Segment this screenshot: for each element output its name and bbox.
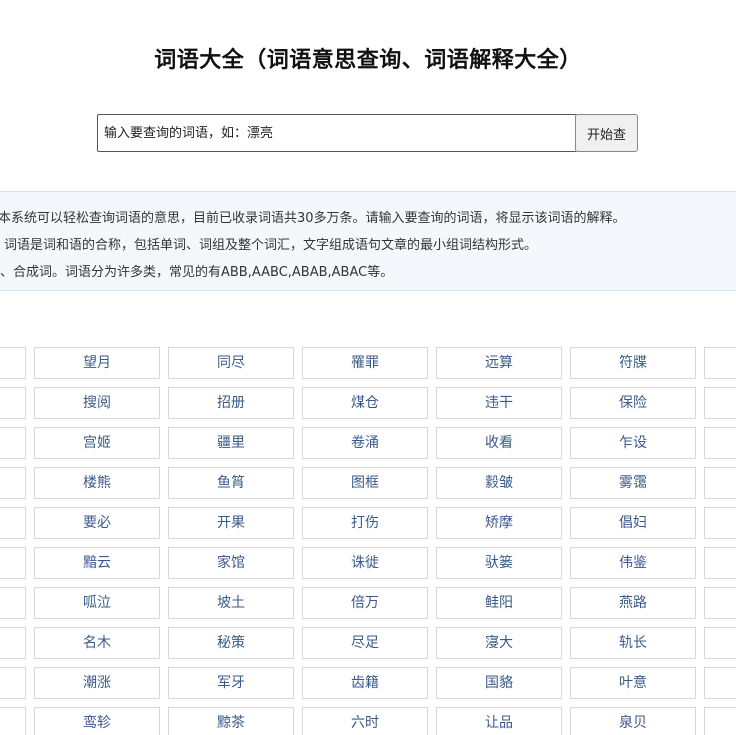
word-link[interactable]: 卷涌	[302, 427, 428, 459]
word-link[interactable]: 开果	[168, 507, 294, 539]
word-link[interactable]: 呱泣	[34, 587, 160, 619]
word-link[interactable]: 黥茶	[168, 707, 294, 735]
word-link[interactable]: 违干	[436, 387, 562, 419]
word-cell-edge[interactable]	[0, 627, 26, 659]
word-cell-edge[interactable]	[704, 347, 736, 379]
word-link[interactable]: 让品	[436, 707, 562, 735]
word-link[interactable]: 縠皱	[436, 467, 562, 499]
word-link[interactable]: 乍设	[570, 427, 696, 459]
word-link[interactable]: 鱼筲	[168, 467, 294, 499]
word-link[interactable]: 家馆	[168, 547, 294, 579]
word-cell-edge[interactable]	[0, 427, 26, 459]
word-cell-edge[interactable]	[0, 547, 26, 579]
word-cell-edge[interactable]	[704, 547, 736, 579]
word-cell-edge[interactable]	[704, 667, 736, 699]
word-cell-edge[interactable]	[0, 507, 26, 539]
word-cell-edge[interactable]	[704, 387, 736, 419]
intro-panel: 使用本系统可以轻松查询词语的意思，目前已收录词语共30多万条。请输入要查询的词语…	[0, 191, 736, 291]
word-link[interactable]: 打伤	[302, 507, 428, 539]
word-link[interactable]: 寖大	[436, 627, 562, 659]
word-cell-edge[interactable]	[0, 707, 26, 735]
word-cell-edge[interactable]	[704, 467, 736, 499]
word-link[interactable]: 名木	[34, 627, 160, 659]
word-link[interactable]: 军牙	[168, 667, 294, 699]
word-link[interactable]: 宫姬	[34, 427, 160, 459]
word-cell-edge[interactable]	[704, 427, 736, 459]
word-link[interactable]: 同尽	[168, 347, 294, 379]
word-cell-edge[interactable]	[0, 667, 26, 699]
page-title: 词语大全（词语意思查询、词语解释大全）	[154, 48, 582, 73]
search-input[interactable]	[97, 114, 577, 152]
word-link[interactable]: 轨长	[570, 627, 696, 659]
word-link[interactable]: 叶意	[570, 667, 696, 699]
word-link[interactable]: 秘策	[168, 627, 294, 659]
word-link[interactable]: 要必	[34, 507, 160, 539]
word-link[interactable]: 招册	[168, 387, 294, 419]
word-cell-edge[interactable]	[0, 467, 26, 499]
word-cell-edge[interactable]	[704, 587, 736, 619]
word-link[interactable]: 疆里	[168, 427, 294, 459]
word-link[interactable]: 驮篓	[436, 547, 562, 579]
word-link[interactable]: 罹罪	[302, 347, 428, 379]
word-link[interactable]: 雾霭	[570, 467, 696, 499]
word-link[interactable]: 远算	[436, 347, 562, 379]
word-link[interactable]: 鸾轸	[34, 707, 160, 735]
intro-text-line: 纯词、合成词。词语分为许多类，常见的有ABB,AABC,ABAB,ABAC等。	[0, 265, 394, 280]
word-link[interactable]: 燕路	[570, 587, 696, 619]
word-link[interactable]: 尽足	[302, 627, 428, 659]
word-link[interactable]: 鲑阳	[436, 587, 562, 619]
word-link[interactable]: 黯云	[34, 547, 160, 579]
word-link[interactable]: 望月	[34, 347, 160, 379]
page: 词语大全（词语意思查询、词语解释大全） 开始查 使用本系统可以轻松查询词语的意思…	[0, 0, 736, 735]
word-link[interactable]: 保险	[570, 387, 696, 419]
word-link[interactable]: 六时	[302, 707, 428, 735]
word-cell-edge[interactable]	[704, 627, 736, 659]
word-cell-edge[interactable]	[704, 507, 736, 539]
intro-text-line: 词语是词和语的合称，包括单词、词组及整个词汇，文字组成语句文章的最小组词结构形式…	[4, 238, 538, 253]
word-grid: 望月 同尽 罹罪 远算 符牒搜阅 招册 煤仓 违干 保险宫姬 疆里 卷涌 收看 乍设楼熊 鱼筲 图框 縠皱 雾霭…	[0, 0, 736, 735]
word-link[interactable]: 煤仓	[302, 387, 428, 419]
word-cell-edge[interactable]	[0, 347, 26, 379]
word-link[interactable]: 搜阅	[34, 387, 160, 419]
word-link[interactable]: 潮涨	[34, 667, 160, 699]
word-link[interactable]: 坡土	[168, 587, 294, 619]
word-cell-edge[interactable]	[0, 387, 26, 419]
word-link[interactable]: 齿籍	[302, 667, 428, 699]
word-link[interactable]: 收看	[436, 427, 562, 459]
word-link[interactable]: 泉贝	[570, 707, 696, 735]
word-link[interactable]: 倍万	[302, 587, 428, 619]
word-link[interactable]: 诛徙	[302, 547, 428, 579]
search-button[interactable]: 开始查	[575, 114, 638, 152]
word-cell-edge[interactable]	[704, 707, 736, 735]
word-link[interactable]: 国貉	[436, 667, 562, 699]
word-cell-edge[interactable]	[0, 587, 26, 619]
intro-text-line: 使用本系统可以轻松查询词语的意思，目前已收录词语共30多万条。请输入要查询的词语…	[0, 211, 626, 226]
word-link[interactable]: 倡妇	[570, 507, 696, 539]
word-link[interactable]: 伟鉴	[570, 547, 696, 579]
word-link[interactable]: 矫摩	[436, 507, 562, 539]
word-link[interactable]: 楼熊	[34, 467, 160, 499]
word-link[interactable]: 符牒	[570, 347, 696, 379]
word-link[interactable]: 图框	[302, 467, 428, 499]
